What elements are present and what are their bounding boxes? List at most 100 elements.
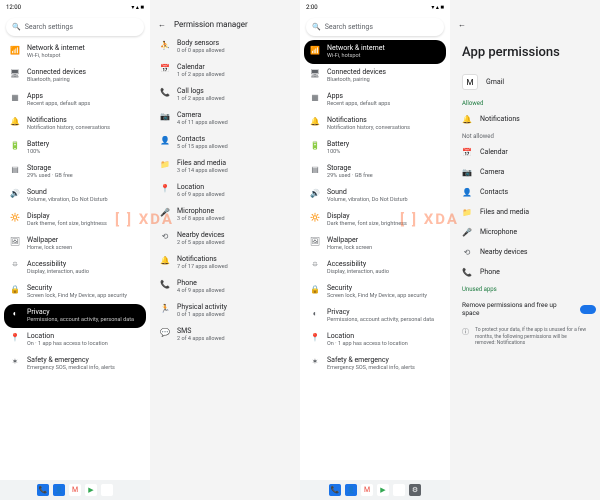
- taskbar-play-icon[interactable]: ▶: [85, 484, 97, 496]
- settings-item[interactable]: 📅Calendar1 of 2 apps allowed: [154, 59, 296, 83]
- settings-item[interactable]: 📁Files and media3 of 14 apps allowed: [154, 155, 296, 179]
- item-title: Wallpaper: [27, 236, 140, 244]
- settings-item[interactable]: ⛹Body sensors0 of 0 apps allowed: [154, 35, 296, 59]
- taskbar: 📞 👤 M ▶ ✦: [0, 480, 150, 500]
- settings-item[interactable]: ◐PrivacyPermissions, account activity, p…: [304, 304, 446, 328]
- permission-manager-panel: ← Permission manager ⛹Body sensors0 of 0…: [150, 0, 300, 500]
- settings-item[interactable]: ✶Safety & emergencyEmergency SOS, medica…: [304, 352, 446, 376]
- privacy-icon: ◐: [310, 309, 320, 319]
- settings-item[interactable]: 🔋Battery100%: [304, 136, 446, 160]
- permission-label: Camera: [480, 168, 504, 176]
- item-subtitle: Permissions, account activity, personal …: [327, 317, 440, 324]
- settings-item[interactable]: 🖼WallpaperHome, lock screen: [4, 232, 146, 256]
- settings-item[interactable]: 🔔Notifications7 of 17 apps allowed: [154, 251, 296, 275]
- permission-item[interactable]: 🎤Microphone: [450, 222, 600, 242]
- settings-item[interactable]: ▤Storage29% used · GB free: [4, 160, 146, 184]
- item-title: Security: [27, 284, 140, 292]
- item-subtitle: Wi-Fi, hotspot: [27, 53, 140, 60]
- settings-item[interactable]: 📞Phone4 of 9 apps allowed: [154, 275, 296, 299]
- item-title: Network & internet: [327, 44, 440, 52]
- permission-item[interactable]: 🔔Notifications: [450, 109, 600, 129]
- settings-item[interactable]: 🔆DisplayDark theme, font size, brightnes…: [4, 208, 146, 232]
- item-subtitle: Screen lock, Find My Device, app securit…: [327, 293, 440, 300]
- taskbar-settings-icon[interactable]: ⚙: [409, 484, 421, 496]
- permission-item[interactable]: 📷Camera: [450, 162, 600, 182]
- permission-label: Contacts: [480, 188, 508, 196]
- settings-item[interactable]: ⟲Nearby devices2 of 5 apps allowed: [154, 227, 296, 251]
- settings-item[interactable]: 💬SMS2 of 4 apps allowed: [154, 323, 296, 347]
- settings-item[interactable]: 📍LocationOn · 1 app has access to locati…: [304, 328, 446, 352]
- settings-list: 📶Network & internetWi-Fi, hotspot🖥Connec…: [0, 40, 150, 500]
- permission-item[interactable]: ⟲Nearby devices: [450, 242, 600, 262]
- protect-text: To protect your data, if the app is unus…: [475, 327, 588, 347]
- taskbar-gmail-icon[interactable]: M: [69, 484, 81, 496]
- item-subtitle: Emergency SOS, medical info, alerts: [27, 365, 140, 372]
- permission-item[interactable]: 📁Files and media: [450, 202, 600, 222]
- settings-item[interactable]: 🔆DisplayDark theme, font size, brightnes…: [304, 208, 446, 232]
- settings-item[interactable]: 📞Call logs1 of 2 apps allowed: [154, 83, 296, 107]
- allowed-list: 🔔Notifications: [450, 109, 600, 129]
- nearby-icon: ⟲: [462, 247, 472, 257]
- settings-item[interactable]: 🖥Connected devicesBluetooth, pairing: [4, 64, 146, 88]
- taskbar-gmail-icon[interactable]: M: [361, 484, 373, 496]
- settings-item[interactable]: ⯐AccessibilityDisplay, interaction, audi…: [304, 256, 446, 280]
- item-title: Calendar: [177, 63, 290, 71]
- taskbar-play-icon[interactable]: ▶: [377, 484, 389, 496]
- item-subtitle: Dark theme, font size, brightness: [27, 221, 140, 228]
- settings-item[interactable]: 📍Location6 of 9 apps allowed: [154, 179, 296, 203]
- settings-item[interactable]: 🔋Battery100%: [4, 136, 146, 160]
- settings-item[interactable]: 👤Contacts5 of 15 apps allowed: [154, 131, 296, 155]
- mic-icon: 🎤: [160, 208, 170, 218]
- remove-toggle[interactable]: [580, 305, 596, 314]
- settings-item[interactable]: 🔔NotificationsNotification history, conv…: [304, 112, 446, 136]
- settings-item[interactable]: ▦AppsRecent apps, default apps: [304, 88, 446, 112]
- bell-icon: 🔔: [462, 114, 472, 124]
- search-settings[interactable]: 🔍 Search settings: [6, 18, 144, 36]
- settings-item[interactable]: 🎤Microphone3 of 8 apps allowed: [154, 203, 296, 227]
- status-bar: 12:00 ▾ ▴ ■: [0, 0, 150, 14]
- search-settings[interactable]: 🔍 Search settings: [306, 18, 444, 36]
- taskbar-contacts-icon[interactable]: 👤: [345, 484, 357, 496]
- settings-item[interactable]: 🖥Connected devicesBluetooth, pairing: [304, 64, 446, 88]
- item-subtitle: Notification history, conversations: [327, 125, 440, 132]
- item-subtitle: Volume, vibration, Do Not Disturb: [327, 197, 440, 204]
- settings-item[interactable]: 📍LocationOn · 1 app has access to locati…: [4, 328, 146, 352]
- taskbar-photos-icon[interactable]: ✦: [393, 484, 405, 496]
- search-placeholder: Search settings: [325, 23, 373, 31]
- settings-item[interactable]: 🔔NotificationsNotification history, conv…: [4, 112, 146, 136]
- permission-item[interactable]: 📅Calendar: [450, 142, 600, 162]
- settings-item[interactable]: 🔊SoundVolume, vibration, Do Not Disturb: [304, 184, 446, 208]
- settings-item[interactable]: ▦AppsRecent apps, default apps: [4, 88, 146, 112]
- remove-permissions-row[interactable]: Remove permissions and free up space: [450, 295, 600, 323]
- permission-list: ⛹Body sensors0 of 0 apps allowed📅Calenda…: [150, 35, 300, 500]
- settings-item[interactable]: 📶Network & internetWi-Fi, hotspot: [304, 40, 446, 64]
- item-subtitle: 29% used · GB free: [327, 173, 440, 180]
- settings-item[interactable]: ✶Safety & emergencyEmergency SOS, medica…: [4, 352, 146, 376]
- back-icon[interactable]: ←: [458, 20, 466, 29]
- taskbar-phone-icon[interactable]: 📞: [329, 484, 341, 496]
- permission-item[interactable]: 📞Phone: [450, 262, 600, 282]
- body-icon: ⛹: [160, 40, 170, 50]
- taskbar-contacts-icon[interactable]: 👤: [53, 484, 65, 496]
- permission-item[interactable]: 👤Contacts: [450, 182, 600, 202]
- settings-item[interactable]: 🔊SoundVolume, vibration, Do Not Disturb: [4, 184, 146, 208]
- app-row[interactable]: M Gmail: [450, 68, 600, 96]
- settings-item[interactable]: ⯐AccessibilityDisplay, interaction, audi…: [4, 256, 146, 280]
- taskbar-photos-icon[interactable]: ✦: [101, 484, 113, 496]
- taskbar-phone-icon[interactable]: 📞: [37, 484, 49, 496]
- item-title: Connected devices: [27, 68, 140, 76]
- settings-item[interactable]: 🔒SecurityScreen lock, Find My Device, ap…: [4, 280, 146, 304]
- remove-text: Remove permissions and free up space: [462, 301, 574, 317]
- settings-item[interactable]: 🖼WallpaperHome, lock screen: [304, 232, 446, 256]
- item-title: SMS: [177, 327, 290, 335]
- settings-item[interactable]: 📷Camera4 of 11 apps allowed: [154, 107, 296, 131]
- item-subtitle: 4 of 9 apps allowed: [177, 288, 290, 295]
- settings-item[interactable]: 🔒SecurityScreen lock, Find My Device, ap…: [304, 280, 446, 304]
- back-icon[interactable]: ←: [158, 20, 166, 29]
- settings-item[interactable]: ▤Storage29% used · GB free: [304, 160, 446, 184]
- settings-item[interactable]: ◐PrivacyPermissions, account activity, p…: [4, 304, 146, 328]
- item-title: Call logs: [177, 87, 290, 95]
- settings-item[interactable]: 🏃Physical activity0 of 1 apps allowed: [154, 299, 296, 323]
- item-title: Display: [327, 212, 440, 220]
- settings-item[interactable]: 📶Network & internetWi-Fi, hotspot: [4, 40, 146, 64]
